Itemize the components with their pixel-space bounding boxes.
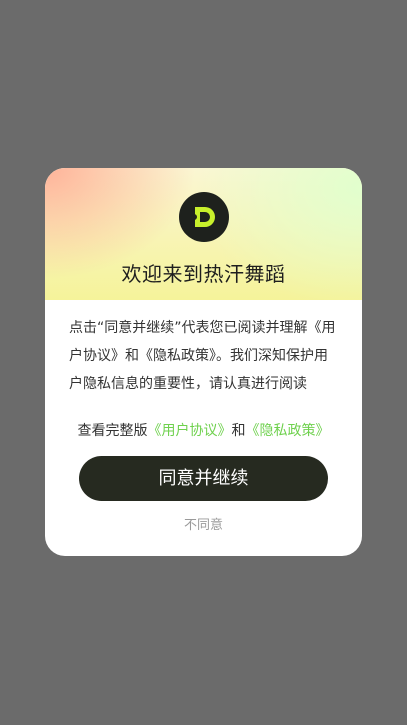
disagree-button[interactable]: 不同意 <box>45 514 362 533</box>
consent-text: 点击“同意并继续”代表您已阅读并理解《用户协议》和《隐私政策》。我们深知保护用户… <box>69 320 336 392</box>
user-agreement-link[interactable]: 《用户协议》 <box>148 423 232 439</box>
agree-continue-button[interactable]: 同意并继续 <box>79 456 328 501</box>
privacy-policy-link[interactable]: 《隐私政策》 <box>246 423 330 439</box>
consent-text-scroll-area[interactable]: 点击“同意并继续”代表您已阅读并理解《用户协议》和《隐私政策》。我们深知保护用户… <box>69 314 339 406</box>
dialog-title: 欢迎来到热汗舞蹈 <box>121 262 286 286</box>
dialog-header: 欢迎来到热汗舞蹈 <box>45 168 362 300</box>
dance-logo-icon <box>179 192 229 242</box>
privacy-consent-dialog: 欢迎来到热汗舞蹈 点击“同意并继续”代表您已阅读并理解《用户协议》和《隐私政策》… <box>45 168 362 556</box>
links-and: 和 <box>231 423 246 439</box>
agreement-links-row: 查看完整版《用户协议》和《隐私政策》 <box>45 420 362 440</box>
links-prefix: 查看完整版 <box>77 423 148 439</box>
